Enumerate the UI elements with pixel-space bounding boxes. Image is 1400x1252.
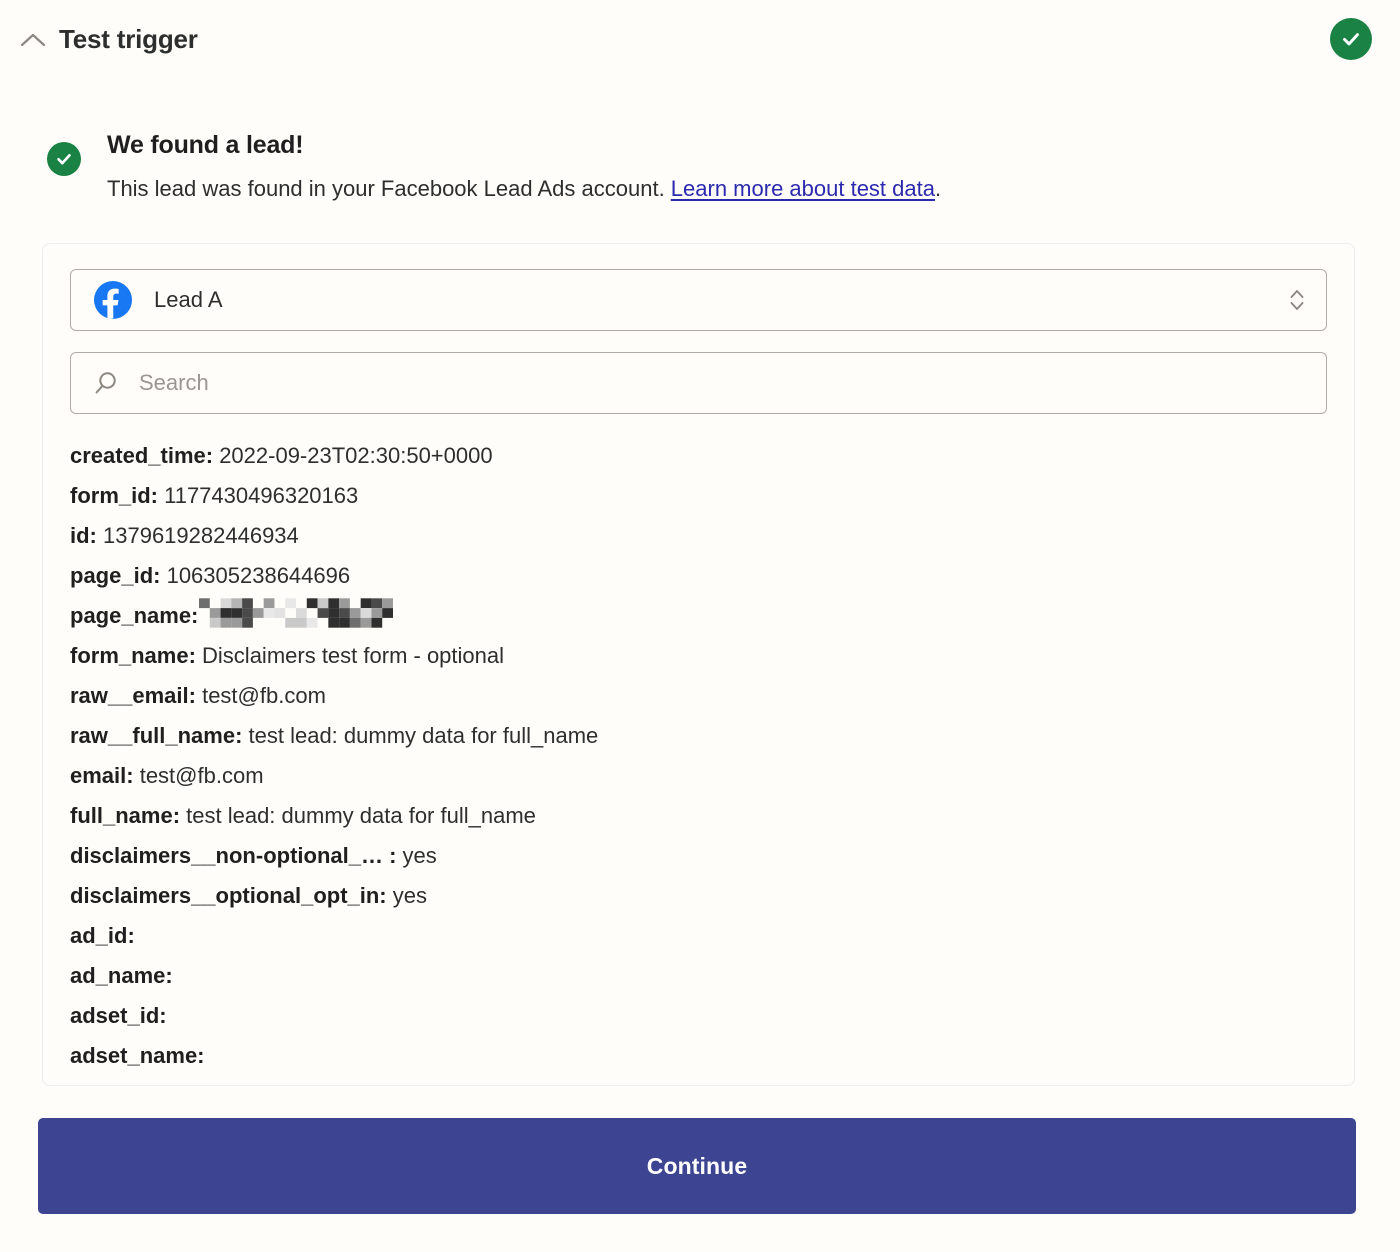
status-badge <box>1330 18 1372 60</box>
lead-field-value: 106305238644696 <box>160 563 351 588</box>
panel-header: Test trigger <box>0 0 1400 78</box>
lead-field-row: id: 1379619282446934 <box>70 516 1327 556</box>
lead-field-value: 1177430496320163 <box>158 483 359 508</box>
record-select[interactable]: Lead A <box>70 269 1327 331</box>
banner-description-suffix: . <box>934 176 942 201</box>
banner-text: We found a lead! This lead was found in … <box>107 128 941 206</box>
lead-field-value: test lead: dummy data for full_name <box>180 803 536 828</box>
lead-field-key: raw__email: <box>70 683 196 708</box>
lead-field-row: page_id: 106305238644696 <box>70 556 1327 596</box>
lead-field-key: page_id: <box>70 563 161 588</box>
lead-field-row: created_time: 2022-09-23T02:30:50+0000 <box>70 436 1327 476</box>
lead-field-row: disclaimers__optional_opt_in: yes <box>70 876 1327 916</box>
lead-data-card: Lead A created_time: 2022-09-23T02:30:50… <box>42 243 1355 1086</box>
lead-field-row: disclaimers__non-optional_… : yes <box>70 836 1327 876</box>
banner-title: We found a lead! <box>107 131 304 159</box>
continue-button[interactable]: Continue <box>38 1118 1356 1214</box>
lead-field-value: yes <box>386 883 427 908</box>
lead-field-value: 1379619282446934 <box>96 523 299 548</box>
lead-field-row: full_name: test lead: dummy data for ful… <box>70 796 1327 836</box>
lead-field-key: form_id: <box>70 483 158 508</box>
lead-field-key: created_time: <box>70 443 214 468</box>
record-select-value: Lead A <box>154 287 223 312</box>
banner-description-prefix: This lead was found in your Facebook Lea… <box>107 176 671 201</box>
lead-field-row: adset_name: <box>70 1036 1327 1076</box>
lead-field-key: form_name: <box>70 643 196 668</box>
lead-field-key: adset_name: <box>70 1043 205 1068</box>
lead-field-key: email: <box>70 763 134 788</box>
lead-field-key: raw__full_name: <box>70 723 243 748</box>
lead-field-value: test@fb.com <box>133 763 264 788</box>
search-icon <box>93 370 119 396</box>
test-trigger-panel: Test trigger We found a lead! This lead … <box>0 0 1400 1252</box>
lead-field-key: full_name: <box>70 803 181 828</box>
lead-field-row: raw__email: test@fb.com <box>70 676 1327 716</box>
lead-field-row: page_name: <box>70 596 1327 636</box>
redacted-value <box>199 598 394 628</box>
lead-field-key: disclaimers__non-optional_… : <box>70 843 397 868</box>
lead-field-value: yes <box>396 843 437 868</box>
learn-more-link[interactable]: Learn more about test data <box>671 176 935 201</box>
lead-field-row: form_id: 1177430496320163 <box>70 476 1327 516</box>
facebook-icon <box>94 281 132 319</box>
lead-field-value: 2022-09-23T02:30:50+0000 <box>213 443 493 468</box>
page-title: Test trigger <box>59 23 198 54</box>
search-box[interactable] <box>70 352 1327 414</box>
lead-field-key: id: <box>70 523 97 548</box>
lead-field-value: Disclaimers test form - optional <box>195 643 505 668</box>
chevron-up-down-icon[interactable] <box>1286 285 1308 315</box>
lead-field-row: email: test@fb.com <box>70 756 1327 796</box>
lead-field-key: adset_id: <box>70 1003 167 1028</box>
lead-field-value: test lead: dummy data for full_name <box>242 723 599 748</box>
banner-description: This lead was found in your Facebook Lea… <box>107 172 941 206</box>
lead-field-row: adset_id: <box>70 996 1327 1036</box>
lead-field-key: page_name: <box>70 603 199 628</box>
lead-field-value: test@fb.com <box>195 683 326 708</box>
lead-field-row: ad_id: <box>70 916 1327 956</box>
lead-field-key: ad_id: <box>70 923 135 948</box>
lead-field-row: raw__full_name: test lead: dummy data fo… <box>70 716 1327 756</box>
check-icon <box>1343 33 1359 46</box>
success-check-icon <box>47 142 81 176</box>
lead-field-row: ad_name: <box>70 956 1327 996</box>
result-banner: We found a lead! This lead was found in … <box>47 128 941 206</box>
lead-field-key: ad_name: <box>70 963 173 988</box>
lead-field-key: disclaimers__optional_opt_in: <box>70 883 387 908</box>
chevron-up-icon[interactable] <box>16 23 50 57</box>
lead-field-row: form_name: Disclaimers test form - optio… <box>70 636 1327 676</box>
lead-field-list: created_time: 2022-09-23T02:30:50+0000 fo… <box>70 436 1327 1076</box>
search-input[interactable] <box>137 353 1308 413</box>
